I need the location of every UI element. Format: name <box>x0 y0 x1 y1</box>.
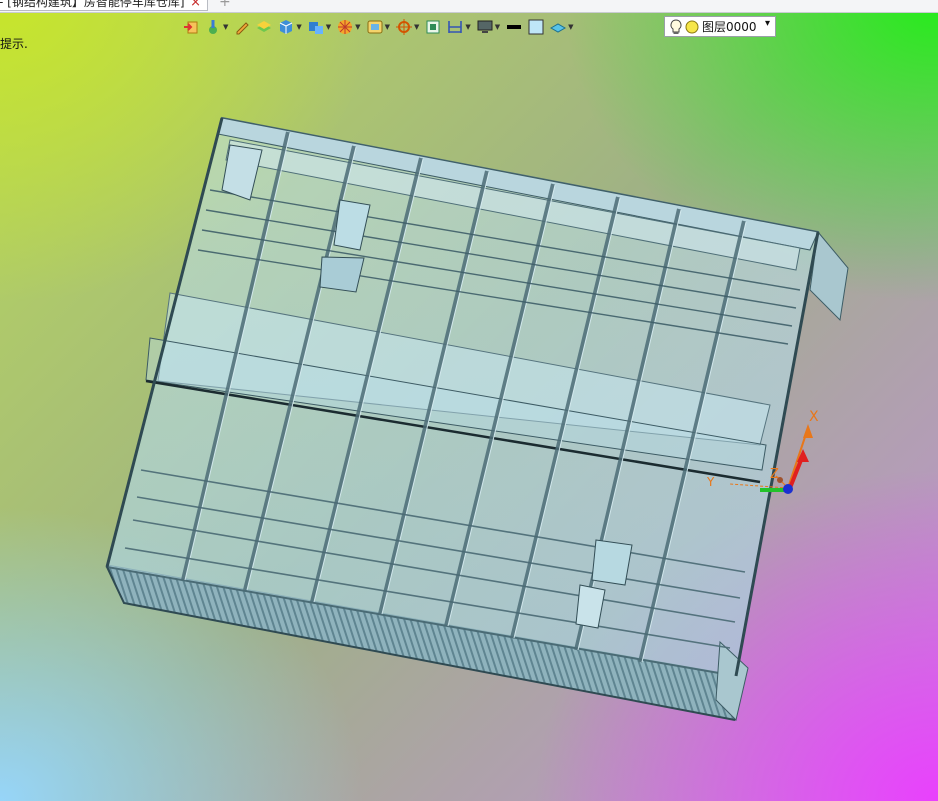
axis-y-label: Y <box>706 475 715 489</box>
axis-x-label: X <box>809 409 819 425</box>
viewport-3d[interactable]: X Y Z <box>0 0 938 801</box>
building-model <box>105 116 849 721</box>
